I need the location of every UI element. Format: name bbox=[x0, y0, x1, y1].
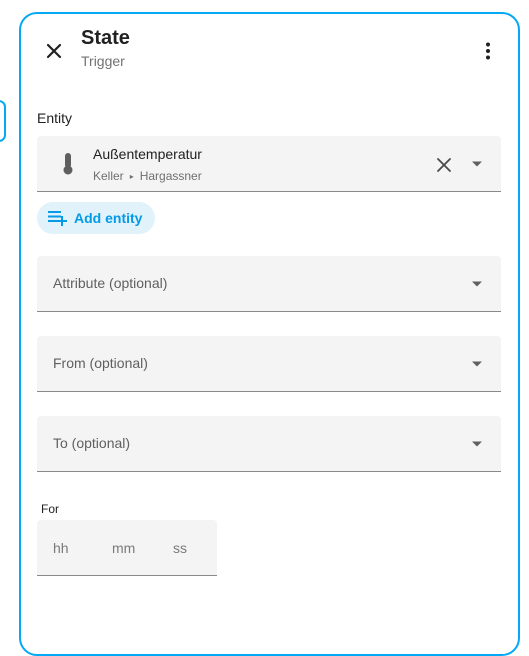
attribute-label: Attribute (optional) bbox=[53, 275, 168, 291]
dialog-title: State bbox=[81, 27, 130, 49]
to-label: To (optional) bbox=[53, 435, 131, 451]
duration-label: For bbox=[41, 502, 59, 516]
close-button[interactable] bbox=[41, 38, 67, 64]
overflow-menu-button[interactable] bbox=[478, 38, 498, 64]
dialog-header: State Trigger bbox=[21, 14, 518, 94]
state-trigger-dialog: State Trigger Entity Außentemperatur Kel… bbox=[19, 12, 520, 656]
clear-entity-button[interactable] bbox=[433, 154, 455, 176]
thermometer-icon bbox=[63, 153, 73, 175]
entity-section-label: Entity bbox=[37, 110, 73, 126]
minutes-input[interactable]: mm bbox=[112, 540, 135, 556]
menu-down-icon bbox=[472, 281, 482, 287]
menu-down-icon bbox=[472, 361, 482, 367]
underlying-panel-edge bbox=[0, 100, 6, 142]
dots-vertical-icon bbox=[486, 42, 490, 60]
entity-area: Keller bbox=[93, 169, 124, 183]
add-entity-button[interactable]: Add entity bbox=[37, 202, 156, 234]
entity-name: Außentemperatur bbox=[93, 146, 202, 162]
duration-input: hh mm ss bbox=[37, 520, 217, 576]
menu-down-icon bbox=[472, 441, 482, 447]
seconds-input[interactable]: ss bbox=[173, 540, 187, 556]
close-icon bbox=[437, 158, 451, 172]
attribute-select[interactable]: Attribute (optional) bbox=[37, 256, 501, 312]
to-select[interactable]: To (optional) bbox=[37, 416, 501, 472]
dialog-subtitle: Trigger bbox=[81, 53, 125, 69]
close-icon bbox=[46, 43, 62, 59]
breadcrumb-separator-icon: ▸ bbox=[129, 171, 134, 181]
from-label: From (optional) bbox=[53, 355, 148, 371]
entity-picker[interactable]: Außentemperatur Keller ▸ Hargassner bbox=[37, 136, 501, 192]
menu-down-icon[interactable] bbox=[471, 160, 483, 168]
hours-input[interactable]: hh bbox=[53, 540, 69, 556]
playlist-plus-icon bbox=[48, 211, 67, 226]
entity-context: Keller ▸ Hargassner bbox=[93, 169, 202, 183]
entity-device: Hargassner bbox=[139, 169, 202, 183]
from-select[interactable]: From (optional) bbox=[37, 336, 501, 392]
add-entity-label: Add entity bbox=[74, 210, 143, 226]
